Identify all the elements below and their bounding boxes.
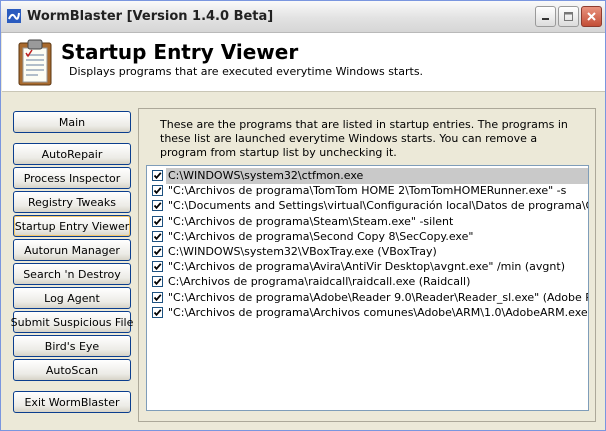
autorun-manager-button[interactable]: Autorun Manager: [13, 239, 131, 261]
clipboard-icon: [18, 39, 52, 86]
entry-path-text: "C:\Archivos de programa\Steam\Steam.exe…: [168, 214, 454, 228]
startup-entry-row[interactable]: C:\WINDOWS\system32\VBoxTray.exe (VBoxTr…: [149, 244, 588, 260]
entry-checkbox[interactable]: [152, 306, 163, 318]
entry-checkbox[interactable]: [152, 261, 163, 273]
entry-path-text: C:\Archivos de programa\raidcall\raidcal…: [168, 275, 471, 289]
submit-suspicious-file-button[interactable]: Submit Suspicious File: [11, 311, 133, 333]
description-text: These are the programs that are listed i…: [160, 118, 568, 159]
startup-entry-row[interactable]: "C:\Archivos de programa\Steam\Steam.exe…: [149, 214, 588, 230]
startup-entry-row[interactable]: C:\WINDOWS\system32\ctfmon.exe: [149, 168, 588, 184]
entry-checkbox[interactable]: [152, 230, 163, 242]
checkmark-icon: [153, 233, 162, 240]
startup-entry-viewer-button[interactable]: Startup Entry Viewer: [13, 215, 131, 237]
entry-checkbox[interactable]: [152, 200, 163, 212]
checkmark-icon: [153, 202, 162, 210]
window-title: WormBlaster [Version 1.4.0 Beta]: [27, 9, 274, 24]
worm-app-icon: [7, 9, 21, 23]
page-title: Startup Entry Viewer: [61, 40, 299, 64]
checkmark-icon: [153, 217, 162, 225]
entry-path-text: C:\WINDOWS\system32\VBoxTray.exe (VBoxTr…: [168, 245, 437, 258]
startup-entry-row[interactable]: "C:\Archivos de programa\Second Copy 8\S…: [149, 229, 588, 245]
page-header: Startup Entry Viewer Displays programs t…: [2, 33, 605, 92]
checkmark-icon: [153, 187, 162, 195]
maximize-button[interactable]: [558, 6, 579, 27]
entry-path-text: C:\WINDOWS\system32\ctfmon.exe: [166, 168, 588, 184]
exit-button[interactable]: Exit WormBlaster: [13, 391, 131, 413]
registry-tweaks-button[interactable]: Registry Tweaks: [13, 191, 131, 213]
close-icon: [587, 12, 596, 21]
startup-entry-row[interactable]: C:\Archivos de programa\raidcall\raidcal…: [149, 274, 588, 290]
entry-path-text: "C:\Archivos de programa\Archivos comune…: [168, 305, 589, 319]
startup-entry-row[interactable]: "C:\Archivos de programa\Avira\AntiVir D…: [149, 259, 588, 275]
entry-checkbox[interactable]: [152, 215, 163, 227]
entry-checkbox[interactable]: [152, 291, 163, 303]
entry-path-text: "C:\Archivos de programa\Second Copy 8\S…: [168, 229, 474, 243]
entry-checkbox[interactable]: [152, 170, 163, 181]
minimize-button[interactable]: [535, 6, 556, 27]
maximize-icon: [564, 12, 573, 21]
startup-entry-row[interactable]: "C:\Archivos de programa\TomTom HOME 2\T…: [149, 183, 588, 199]
checkmark-icon: [153, 309, 162, 316]
main-button[interactable]: Main: [13, 111, 131, 133]
entry-checkbox[interactable]: [152, 276, 163, 288]
close-button[interactable]: [581, 6, 602, 27]
search-destroy-button[interactable]: Search 'n Destroy: [13, 263, 131, 285]
process-inspector-button[interactable]: Process Inspector: [13, 167, 131, 189]
checkmark-icon: [153, 248, 162, 256]
app-window: WormBlaster [Version 1.4.0 Beta] Startup…: [0, 0, 606, 431]
autoscan-button[interactable]: AutoScan: [13, 359, 131, 381]
entry-path-text: "C:\Archivos de programa\Avira\AntiVir D…: [168, 260, 565, 274]
checkmark-icon: [153, 293, 162, 301]
entry-path-text: "C:\Documents and Settings\virtual\Confi…: [168, 199, 589, 213]
page-subtitle: Displays programs that are executed ever…: [69, 65, 424, 78]
startup-entry-row[interactable]: "C:\Archivos de programa\Archivos comune…: [149, 305, 589, 321]
autorepair-button[interactable]: AutoRepair: [13, 143, 131, 165]
checkmark-icon: [153, 263, 162, 271]
startup-entry-row[interactable]: "C:\Documents and Settings\virtual\Confi…: [149, 198, 589, 214]
entry-checkbox[interactable]: [152, 185, 163, 197]
title-bar[interactable]: WormBlaster [Version 1.4.0 Beta]: [1, 1, 605, 33]
startup-entry-list[interactable]: C:\WINDOWS\system32\ctfmon.exe "C:\Archiv…: [146, 165, 589, 411]
birds-eye-button[interactable]: Bird's Eye: [13, 335, 131, 357]
entry-checkbox[interactable]: [152, 246, 163, 257]
log-agent-button[interactable]: Log Agent: [13, 287, 131, 309]
entry-path-text: "C:\Archivos de programa\Adobe\Reader 9.…: [168, 290, 588, 304]
checkmark-icon: [153, 172, 162, 180]
startup-entry-row[interactable]: "C:\Archivos de programa\Adobe\Reader 9.…: [149, 290, 588, 306]
minimize-icon: [542, 18, 549, 20]
checkmark-icon: [153, 278, 162, 286]
entry-path-text: "C:\Archivos de programa\TomTom HOME 2\T…: [168, 184, 567, 198]
